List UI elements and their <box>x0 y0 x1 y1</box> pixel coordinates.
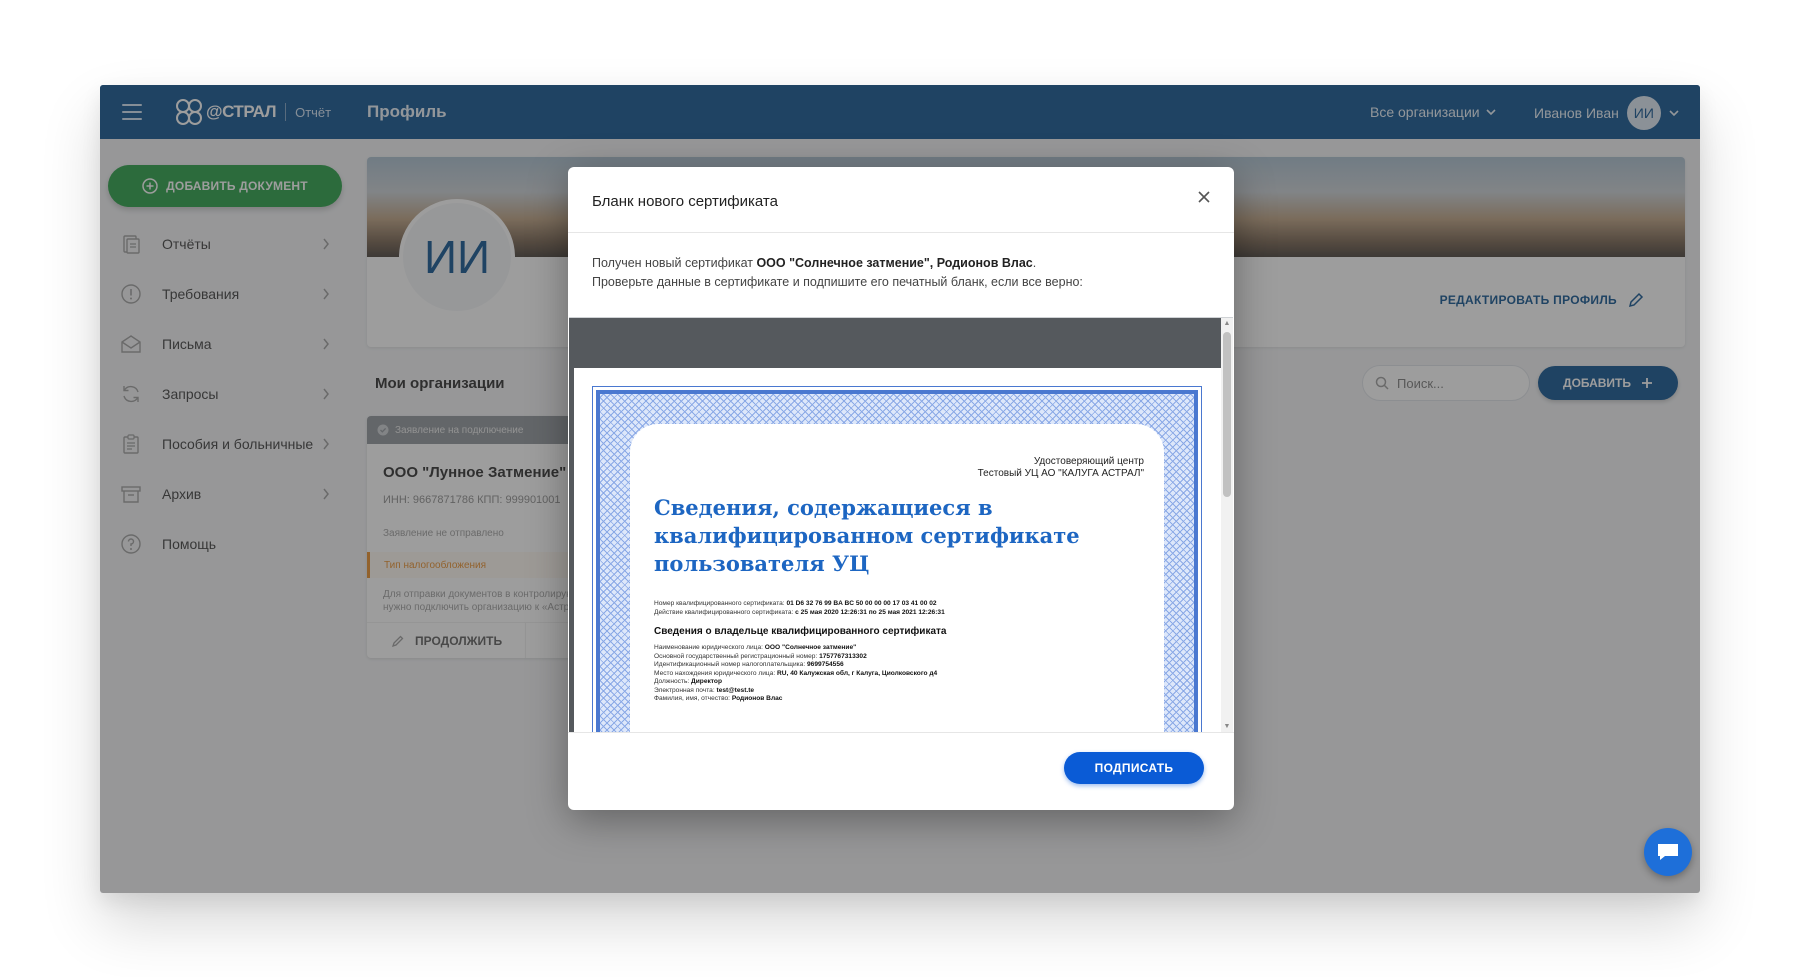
certificate-field: Фамилия, имя, отчество: Родионов Влас <box>654 695 937 704</box>
certificate-field: Электронная почта: test@test.te <box>654 687 937 696</box>
certificate-serial-label: Номер квалифицированного сертификата: <box>654 600 787 607</box>
field-label: Основной государственный регистрационный… <box>654 652 820 660</box>
certificate-field: Наименование юридического лица: ООО "Сол… <box>654 644 937 653</box>
certificate-validity-label: Действие квалифицированного сертификата: <box>654 608 796 616</box>
modal-footer: ПОДПИСАТЬ <box>568 732 1234 810</box>
modal-title: Бланк нового сертификата <box>592 193 778 210</box>
scroll-down-arrow-icon[interactable]: ▼ <box>1223 723 1231 731</box>
viewer-scrollbar-thumb[interactable] <box>1223 332 1231 497</box>
modal-text-suffix: . <box>1032 256 1037 270</box>
certificate-guilloche-border: Удостоверяющий центр Тестовый УЦ АО "КАЛ… <box>592 386 1202 732</box>
field-value: Директор <box>691 678 722 685</box>
certificate-meta: Номер квалифицированного сертификата: 01… <box>654 600 945 618</box>
field-label: Место нахождения юридического лица: <box>654 669 778 677</box>
modal-text-instruction: Проверьте данные в сертификате и подпиши… <box>592 275 1083 289</box>
certificate-page: Удостоверяющий центр Тестовый УЦ АО "КАЛ… <box>574 368 1221 732</box>
certificate-authority-line2: Тестовый УЦ АО "КАЛУГА АСТРАЛ" <box>977 468 1144 479</box>
certificate-owner-heading: Сведения о владельце квалифицированного … <box>654 626 947 637</box>
certificate-title: Сведения, содержащиеся в квалифицированн… <box>654 495 1080 576</box>
close-icon[interactable] <box>1194 187 1214 207</box>
field-label: Наименование юридического лица: <box>654 644 765 651</box>
certificate-authority-line1: Удостоверяющий центр <box>1033 456 1144 467</box>
field-value: test@test.te <box>716 686 755 694</box>
field-label: Электронная почта: <box>654 686 717 694</box>
field-label: Должность: <box>654 678 692 685</box>
document-viewer[interactable]: Удостоверяющий центр Тестовый УЦ АО "КАЛ… <box>569 317 1233 732</box>
certificate-body: Удостоверяющий центр Тестовый УЦ АО "КАЛ… <box>630 424 1164 732</box>
field-value: RU, 40 Калужская обл, г Калуга, Циолковс… <box>777 669 938 677</box>
field-value: 9699754556 <box>807 661 844 668</box>
modal-header: Бланк нового сертификата <box>568 167 1234 233</box>
field-label: Идентификационный номер налогоплательщик… <box>654 661 807 668</box>
scroll-up-arrow-icon[interactable]: ▲ <box>1223 320 1231 328</box>
field-value: ООО "Солнечное затмение" <box>764 644 857 651</box>
modal-description: Получен новый сертификат ООО "Солнечное … <box>592 254 1083 292</box>
certificate-serial: 01 D6 32 76 99 BA BC 50 00 00 00 17 03 4… <box>786 600 937 607</box>
field-label: Фамилия, имя, отчество: <box>654 695 732 702</box>
certificate-validity: с 25 мая 2020 12:26:31 по 25 мая 2021 12… <box>795 608 945 616</box>
chat-icon <box>1658 844 1678 860</box>
modal-text-prefix: Получен новый сертификат <box>592 256 757 270</box>
field-value: Родионов Влас <box>731 695 783 702</box>
sign-button[interactable]: ПОДПИСАТЬ <box>1064 752 1204 784</box>
certificate-modal: Бланк нового сертификата Получен новый с… <box>568 167 1234 810</box>
viewer-scrollbar[interactable]: ▲ ▼ <box>1221 318 1233 732</box>
certificate-authority: Удостоверяющий центр Тестовый УЦ АО "КАЛ… <box>978 456 1144 480</box>
certificate-field: Идентификационный номер налогоплательщик… <box>654 661 937 670</box>
certificate-field: Место нахождения юридического лица: RU, … <box>654 670 937 679</box>
modal-text-certificate-owner: ООО "Солнечное затмение", Родионов Влас <box>756 256 1033 270</box>
certificate-owner-fields: Наименование юридического лица: ООО "Сол… <box>654 644 937 704</box>
field-value: 1757767313302 <box>819 652 867 660</box>
chat-button[interactable] <box>1644 828 1692 876</box>
certificate-field: Должность: Директор <box>654 678 937 687</box>
certificate-field: Основной государственный регистрационный… <box>654 653 937 662</box>
